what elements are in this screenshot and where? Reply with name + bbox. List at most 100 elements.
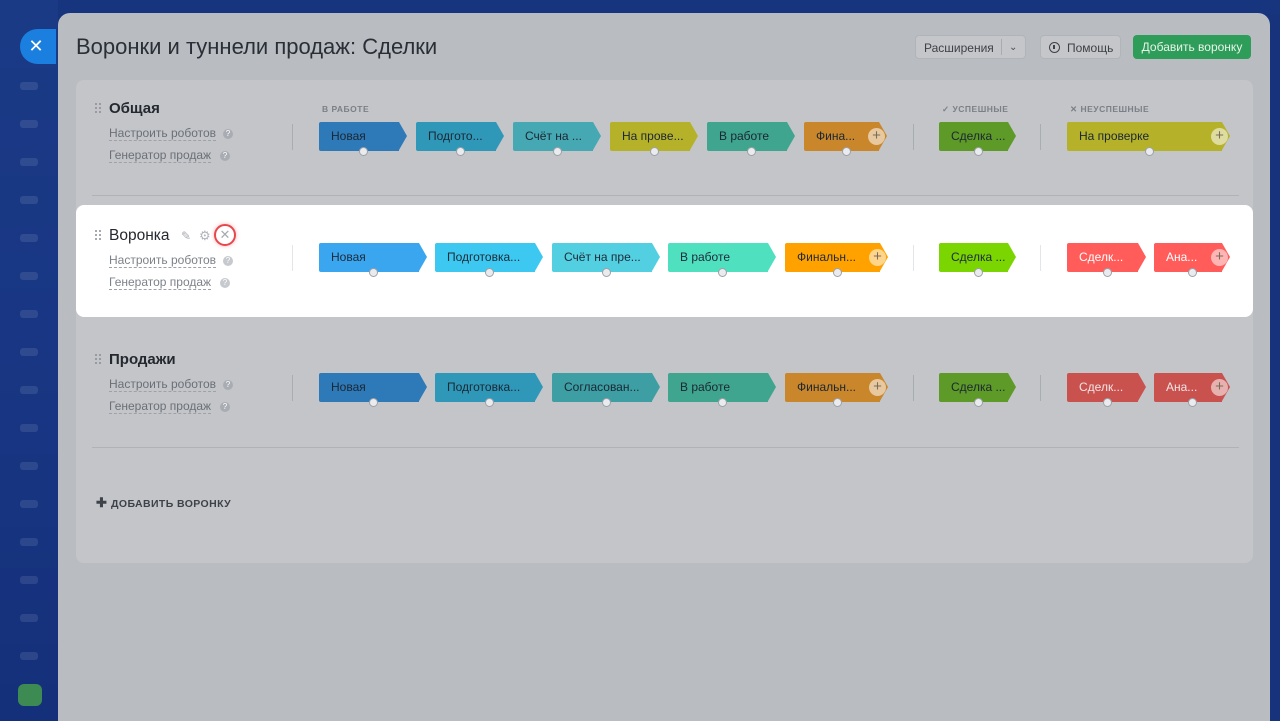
chevron-down-icon[interactable]: ⌄ <box>1009 36 1017 60</box>
sidebar-item[interactable] <box>20 348 38 356</box>
drag-handle-icon[interactable] <box>95 230 101 242</box>
add-funnel-button[interactable]: Добавить воронку <box>1133 35 1251 59</box>
add-stage-icon[interactable]: + <box>869 379 886 396</box>
add-funnel-link[interactable]: ✚ ДОБАВИТЬ ВОРОНКУ <box>96 495 231 511</box>
sidebar-item[interactable] <box>20 310 38 318</box>
help-icon[interactable]: ? <box>220 402 230 412</box>
stage-connector-dot[interactable] <box>602 268 611 277</box>
sidebar-item[interactable] <box>20 82 38 90</box>
stage-failed[interactable]: Сделк... <box>1067 243 1146 277</box>
add-stage-icon[interactable]: + <box>1211 249 1228 266</box>
stage-success[interactable]: Сделка ... <box>939 243 1016 277</box>
help-icon[interactable]: ? <box>223 380 233 390</box>
sidebar-item[interactable] <box>20 272 38 280</box>
stage-connector-dot[interactable] <box>718 268 727 277</box>
stage-connector-dot[interactable] <box>747 147 756 156</box>
sales-generator-link[interactable]: Генератор продаж <box>109 399 212 414</box>
edit-icon[interactable]: ✎ <box>181 229 193 243</box>
stage-connector-dot[interactable] <box>841 147 851 156</box>
stage-connector-dot[interactable] <box>369 398 378 407</box>
sidebar-item[interactable] <box>20 538 38 546</box>
status-indicator[interactable] <box>18 684 42 706</box>
stage-success[interactable]: Сделка ... <box>939 122 1016 156</box>
stage-connector-dot[interactable] <box>553 147 562 156</box>
delete-funnel-button[interactable]: ✕ <box>214 224 236 246</box>
stage-in-work[interactable]: Счёт на ... <box>513 122 601 156</box>
stage-connector-dot[interactable] <box>369 268 378 277</box>
stage-in-work[interactable]: Новая <box>319 373 427 407</box>
stage-connector-dot[interactable] <box>718 398 727 407</box>
add-stage-icon[interactable]: + <box>868 128 885 145</box>
sales-generator-link[interactable]: Генератор продаж <box>109 275 212 290</box>
stage-in-work[interactable]: Финальн... + <box>785 373 888 407</box>
configure-robots-link[interactable]: Настроить роботов <box>109 253 217 268</box>
sales-generator-link[interactable]: Генератор продаж <box>109 148 212 163</box>
stage-in-work[interactable]: В работе <box>668 243 776 277</box>
sidebar-item[interactable] <box>20 500 38 508</box>
sidebar-item[interactable] <box>20 196 38 204</box>
stage-in-work[interactable]: Подгото... <box>416 122 504 156</box>
stage-in-work[interactable]: В работе <box>707 122 795 156</box>
stage-failed[interactable]: Сделк... <box>1067 373 1146 407</box>
help-icon[interactable]: ? <box>220 278 230 288</box>
stage-in-work[interactable]: Фина... + <box>804 122 887 156</box>
stage-connector-dot[interactable] <box>1144 147 1154 156</box>
sidebar-item[interactable] <box>20 234 38 242</box>
gear-icon[interactable]: ⚙ <box>199 228 211 244</box>
stage-in-work[interactable]: Новая <box>319 122 407 156</box>
sidebar-item[interactable] <box>20 614 38 622</box>
stage-connector-dot[interactable] <box>485 398 494 407</box>
sidebar-item[interactable] <box>20 386 38 394</box>
add-stage-icon[interactable]: + <box>869 249 886 266</box>
stage-failed[interactable]: Ана... + <box>1154 243 1230 277</box>
stage-connector-dot[interactable] <box>650 147 659 156</box>
stage-in-work[interactable]: Финальн... + <box>785 243 888 277</box>
sidebar-item[interactable] <box>20 158 38 166</box>
stage-in-work[interactable]: Новая <box>319 243 427 277</box>
stage-in-work[interactable]: Подготовка... <box>435 243 543 277</box>
stage-connector-dot[interactable] <box>1188 268 1197 277</box>
sidebar-item[interactable] <box>20 652 38 660</box>
help-icon[interactable]: ? <box>220 151 230 161</box>
stage-in-work[interactable]: Согласован... <box>552 373 660 407</box>
stage-in-work[interactable]: На провe... <box>610 122 698 156</box>
configure-robots-link[interactable]: Настроить роботов <box>109 126 217 141</box>
add-stage-icon[interactable]: + <box>1211 379 1228 396</box>
sidebar-item[interactable] <box>20 120 38 128</box>
add-stage-icon[interactable]: + <box>1211 128 1228 145</box>
stage-connector-dot[interactable] <box>359 147 368 156</box>
sidebar-item[interactable] <box>20 424 38 432</box>
help-icon[interactable]: ? <box>223 256 233 266</box>
stage-connector-dot[interactable] <box>973 398 983 407</box>
stage-connector-dot[interactable] <box>485 268 494 277</box>
stage-in-work[interactable]: В работе <box>668 373 776 407</box>
help-label: Помощь <box>1067 41 1114 55</box>
stage-in-work[interactable]: Счёт на пре... <box>552 243 660 277</box>
stage-connector-dot[interactable] <box>973 268 983 277</box>
stage-success[interactable]: Сделка ... <box>939 373 1016 407</box>
stage-connector-dot[interactable] <box>973 147 983 156</box>
stage-connector-dot[interactable] <box>832 398 842 407</box>
stage-connector-dot[interactable] <box>1188 398 1197 407</box>
stage-in-work[interactable]: Подготовка... <box>435 373 543 407</box>
stage-label: Новая <box>331 129 366 143</box>
stage-failed[interactable]: Ана... + <box>1154 373 1230 407</box>
close-panel-button[interactable]: ✕ <box>20 29 56 64</box>
help-button[interactable]: Помощь <box>1040 35 1121 59</box>
stage-connector-dot[interactable] <box>456 147 465 156</box>
sidebar-item[interactable] <box>20 576 38 584</box>
sidebar-item[interactable] <box>20 462 38 470</box>
stage-connector-dot[interactable] <box>1102 398 1112 407</box>
stage-failed[interactable]: На проверке + <box>1067 122 1230 156</box>
top-bar <box>58 0 1280 14</box>
divider <box>913 124 914 150</box>
configure-robots-link[interactable]: Настроить роботов <box>109 377 217 392</box>
stage-connector-dot[interactable] <box>602 398 611 407</box>
stage-connector-dot[interactable] <box>1102 268 1112 277</box>
help-icon[interactable]: ? <box>223 129 233 139</box>
drag-handle-icon[interactable] <box>95 354 101 366</box>
extensions-button[interactable]: Расширения ⌄ <box>915 35 1026 59</box>
drag-handle-icon[interactable] <box>95 103 101 115</box>
stage-connector-dot[interactable] <box>832 268 842 277</box>
stage-label: Финальн... <box>797 380 857 394</box>
